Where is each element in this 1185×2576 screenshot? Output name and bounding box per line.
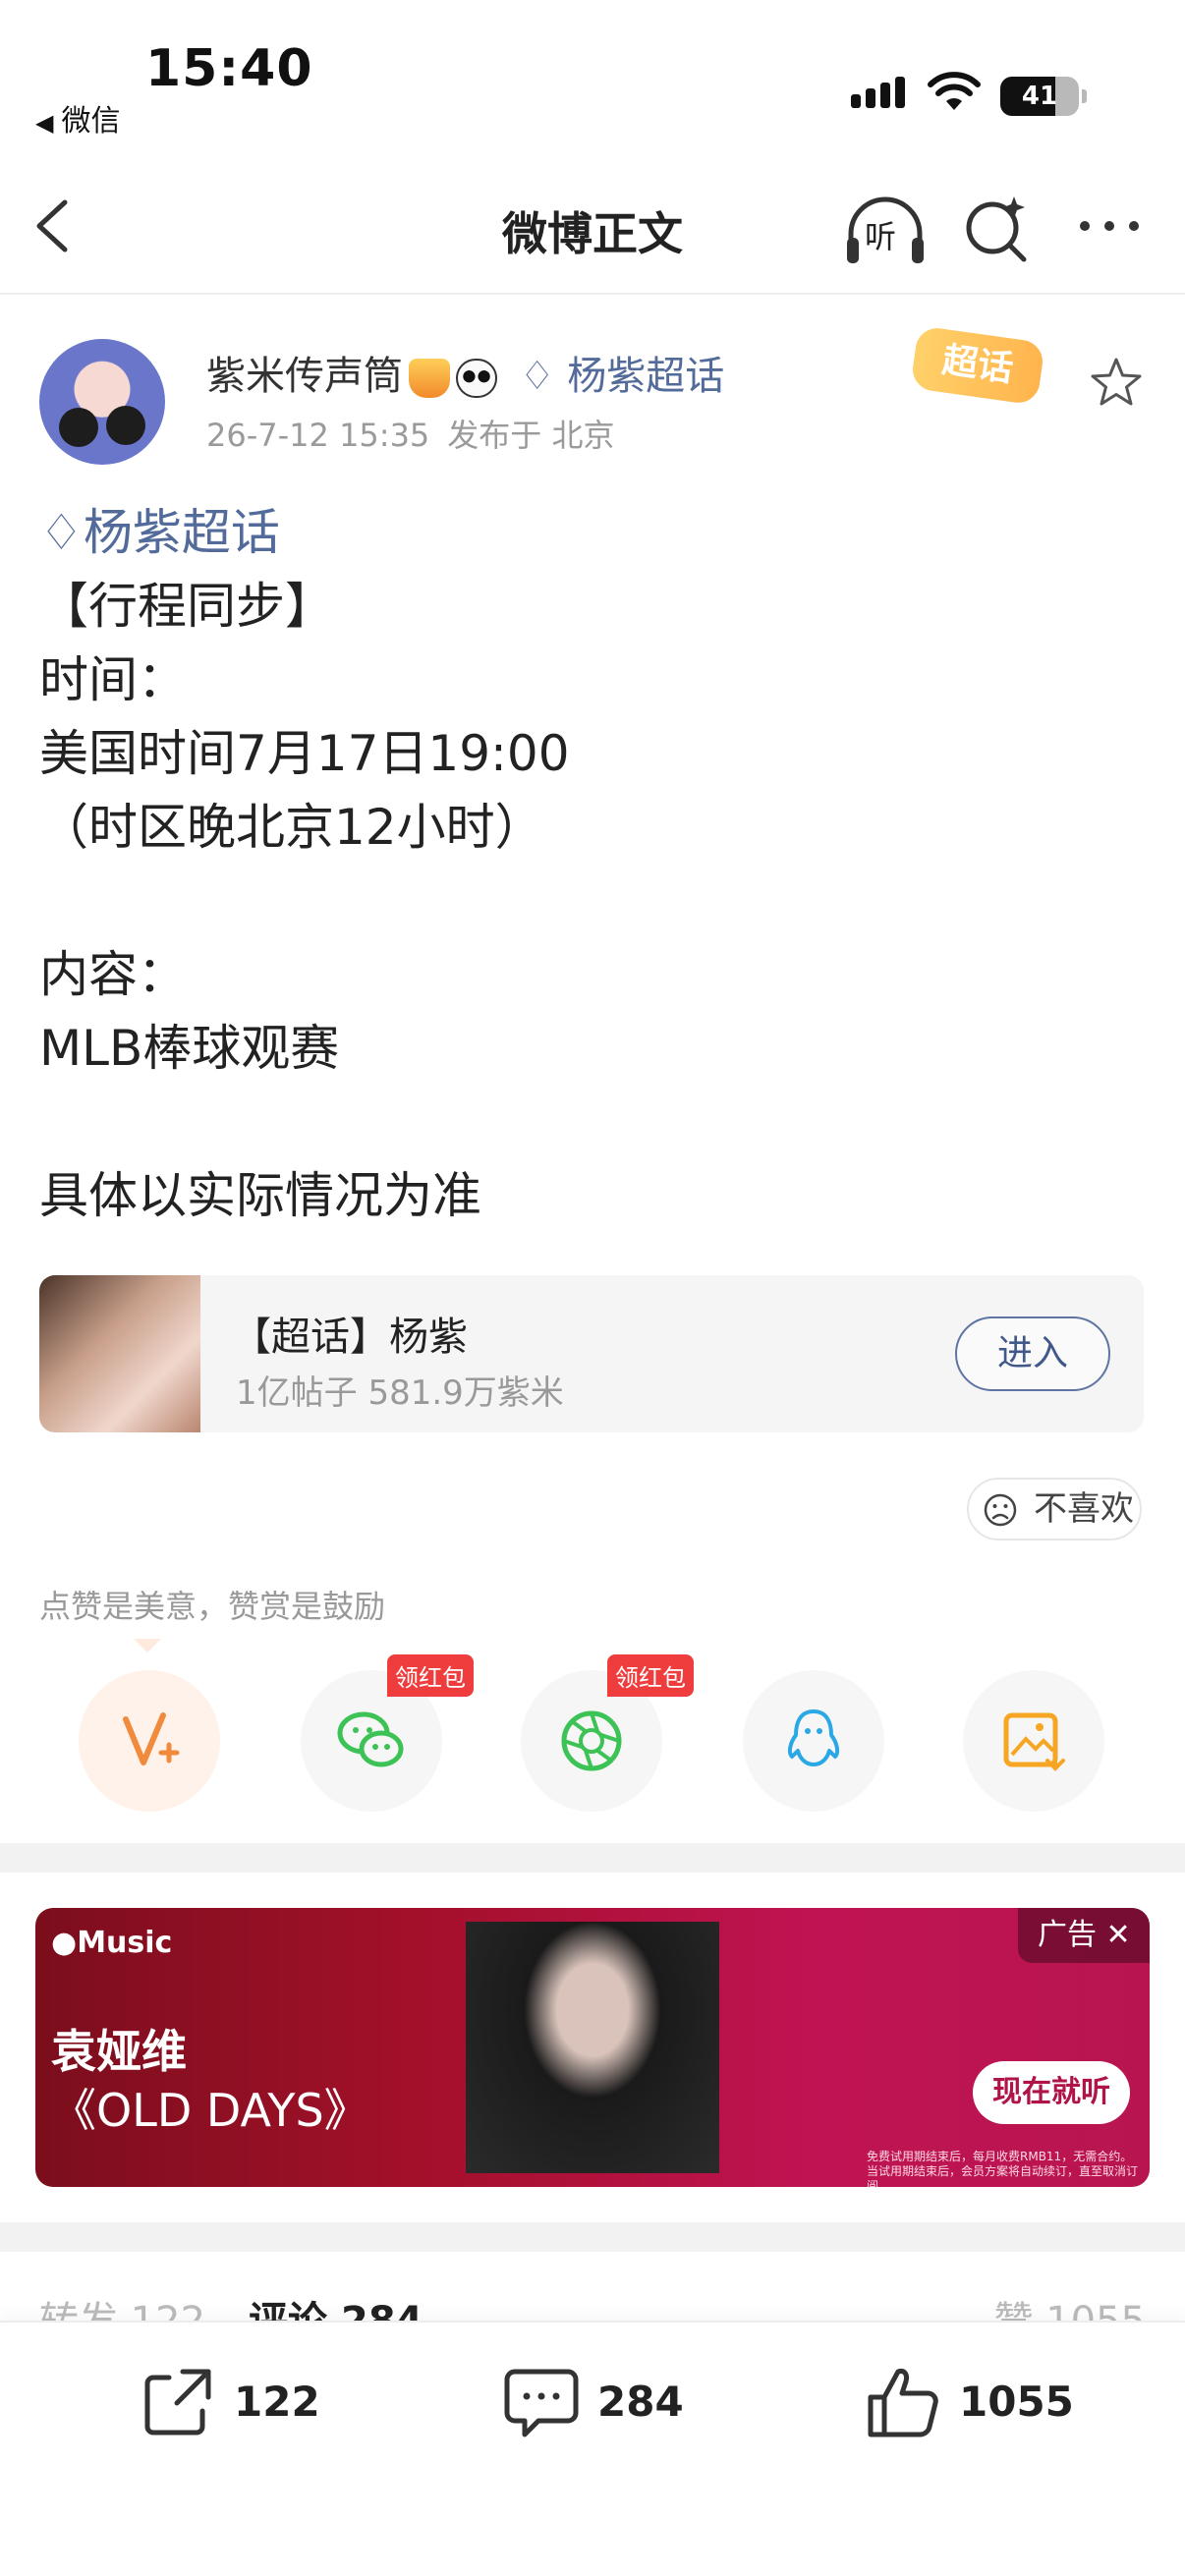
- reward-v-plus-icon: [123, 1712, 180, 1765]
- repost-icon: [144, 2369, 211, 2436]
- ad-singer: 袁娅维: [51, 2025, 187, 2078]
- dislike-button[interactable]: 不喜欢: [967, 1478, 1142, 1540]
- content-line: 美国时间7月17日19:00: [39, 725, 570, 782]
- top-nav-bar: 微博正文 听: [0, 157, 1185, 295]
- content-line: 【行程同步】: [39, 578, 334, 635]
- content-line: MLB棒球观赛: [39, 1020, 340, 1077]
- content-line: 具体以实际情况为准: [39, 1167, 481, 1224]
- reward-tip: 点赞是美意，赞赏是鼓励: [39, 1588, 386, 1625]
- close-icon[interactable]: ✕: [1106, 1918, 1131, 1952]
- reward-button[interactable]: [79, 1670, 220, 1812]
- listen-button[interactable]: 听: [843, 193, 928, 267]
- battery-icon: 41: [1000, 77, 1087, 116]
- back-to-app-link[interactable]: ◀ 微信: [35, 96, 120, 140]
- post-location: 发布于 北京: [447, 417, 615, 454]
- reward-tip-pointer: [134, 1639, 161, 1652]
- favorite-star-icon[interactable]: [1089, 356, 1144, 411]
- super-topic-sticker: 超话: [910, 325, 1045, 406]
- moments-aperture-icon: [561, 1710, 622, 1771]
- qq-penguin-icon: [787, 1709, 840, 1766]
- ad-brand: ●Music: [51, 1926, 172, 1960]
- post-content: ♢杨紫超话 【行程同步】 时间： 美国时间7月17日19:00 （时区晚北京12…: [39, 496, 1140, 1233]
- post-date: 26-7-12 15:35: [206, 417, 430, 454]
- more-options-icon[interactable]: [1075, 206, 1144, 246]
- comment-bubble-icon: [504, 2369, 579, 2437]
- super-topic-title: 【超话】杨紫: [232, 1315, 468, 1360]
- apple-logo-icon: ●: [51, 1926, 78, 1960]
- enter-super-topic-button[interactable]: 进入: [955, 1316, 1110, 1391]
- post-meta: 26-7-12 15:35 发布于 北京: [206, 411, 614, 456]
- content-blank-line: [39, 865, 1140, 938]
- wechat-icon: [337, 1711, 404, 1767]
- repost-count: 122: [234, 2378, 320, 2426]
- super-topic-card[interactable]: 【超话】杨紫 1亿帖子 581.9万紫米 进入: [39, 1275, 1144, 1432]
- status-bar: 15:40 ◀ 微信 41: [0, 0, 1185, 147]
- back-triangle-icon: ◀: [35, 109, 54, 137]
- section-divider: [0, 1843, 1185, 1873]
- share-qq-button[interactable]: [743, 1670, 884, 1812]
- like-count: 1055: [959, 2378, 1074, 2426]
- cellular-signal-icon: [851, 77, 910, 108]
- diamond-icon: ♢: [39, 504, 84, 561]
- ad-banner[interactable]: ●Music 袁娅维 《OLD DAYS》 广告 ✕ 现在就听 免费试用期结束后…: [35, 1908, 1150, 2187]
- clock: 15:40: [145, 39, 313, 98]
- share-row: 领红包 领红包: [0, 1654, 1185, 1818]
- content-line: 内容：: [39, 946, 187, 1003]
- back-app-label: 微信: [61, 104, 121, 139]
- ad-fine-print: 免费试用期结束后，每月收费RMB11，无需合约。当试用期结束后，会员方案将自动续…: [867, 2150, 1139, 2187]
- member-crown-icon: [409, 359, 450, 398]
- content-blank-line: [39, 1086, 1140, 1159]
- author-name[interactable]: 紫米传声筒: [206, 354, 403, 399]
- listen-label: 听: [865, 218, 897, 255]
- battery-level: 41: [1021, 82, 1058, 111]
- content-line: （时区晚北京12小时）: [39, 799, 544, 856]
- content-line: 时间：: [39, 651, 187, 708]
- dislike-label: 不喜欢: [1034, 1489, 1134, 1529]
- save-image-icon: [1003, 1712, 1065, 1771]
- ad-artist-photo: [466, 1922, 719, 2173]
- share-wechat-button[interactable]: 领红包: [301, 1654, 474, 1812]
- thumbs-up-icon: [868, 2369, 938, 2437]
- ad-listen-now-button[interactable]: 现在就听: [973, 2061, 1130, 2124]
- content-topic-link[interactable]: ♢杨紫超话: [39, 496, 1140, 570]
- ad-label[interactable]: 广告 ✕: [1018, 1908, 1150, 1963]
- share-moments-button[interactable]: 领红包: [521, 1654, 694, 1812]
- author-topic-link[interactable]: ♢ 杨紫超话: [520, 354, 725, 399]
- wifi-icon: [928, 72, 981, 110]
- panda-badge-icon: [456, 359, 497, 398]
- author-topic-label: 杨紫超话: [567, 354, 725, 399]
- bottom-action-bar: 122 284 1055: [0, 2321, 1185, 2576]
- save-image-button[interactable]: [963, 1670, 1104, 1812]
- author-avatar[interactable]: [39, 339, 165, 465]
- redpacket-tag: 领红包: [607, 1654, 694, 1697]
- ad-song: 《OLD DAYS》: [51, 2084, 369, 2137]
- redpacket-tag: 领红包: [387, 1654, 474, 1697]
- ad-tag-label: 广告: [1038, 1918, 1097, 1952]
- section-divider: [0, 2222, 1185, 2252]
- super-topic-thumbnail: [39, 1275, 200, 1432]
- super-topic-stats: 1亿帖子 581.9万紫米: [236, 1373, 564, 1413]
- search-sparkle-icon[interactable]: [963, 195, 1032, 263]
- comment-count: 284: [597, 2378, 684, 2426]
- content-topic-label: 杨紫超话: [83, 504, 280, 561]
- author-row: 紫米传声筒 ♢ 杨紫超话: [206, 344, 724, 401]
- frown-face-icon: [984, 1493, 1017, 1527]
- diamond-icon: ♢: [519, 354, 555, 399]
- ad-brand-label: Music: [77, 1926, 173, 1960]
